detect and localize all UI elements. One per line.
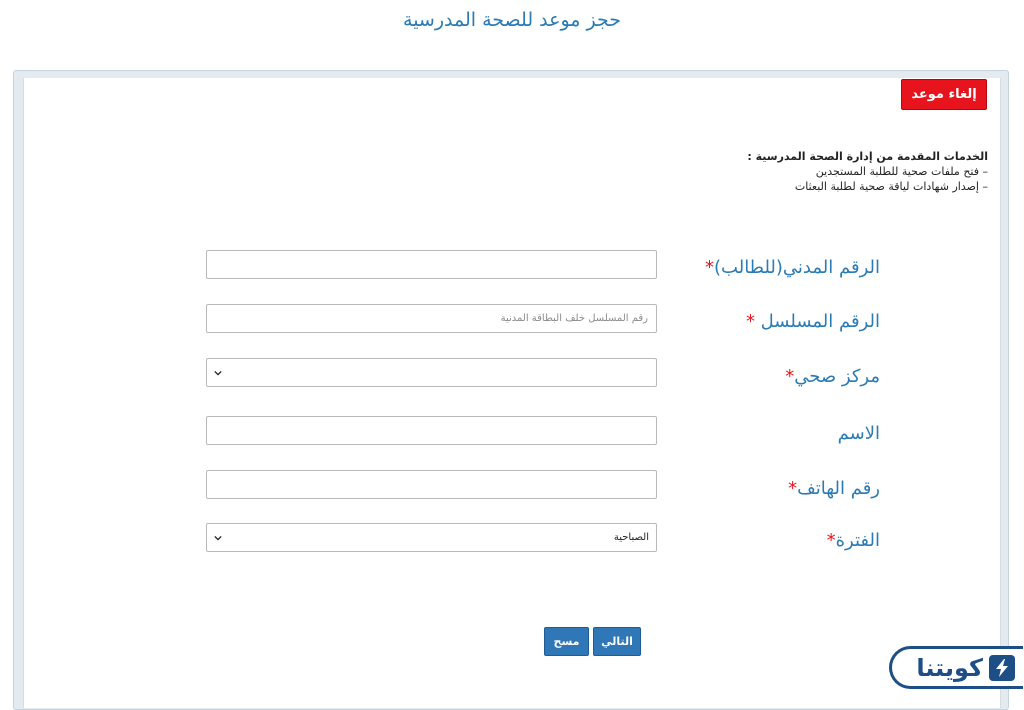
name-input[interactable] [206, 416, 657, 445]
service-item: – إصدار شهادات لياقة صحية لطلبة البعثات [794, 180, 988, 193]
services-heading: الخدمات المقدمة من إدارة الصحة المدرسية … [747, 150, 988, 163]
clear-button[interactable]: مسح [544, 627, 589, 656]
period-select[interactable]: الصباحية [206, 523, 657, 552]
next-button[interactable]: التالي [593, 627, 641, 656]
serial-input[interactable] [206, 304, 657, 333]
brand-name: كويتنا [916, 653, 984, 682]
page-title: حجز موعد للصحة المدرسية [403, 9, 621, 31]
period-label: الفترة* [826, 530, 880, 551]
cancel-appointment-button[interactable]: إلغاء موعد [901, 79, 987, 110]
service-item: – فتح ملفات صحية للطلبة المستجدين [815, 165, 988, 178]
health-center-label: مركز صحي* [785, 366, 880, 387]
name-label: الاسم [837, 423, 880, 444]
period-value: الصباحية [613, 532, 649, 543]
serial-label: الرقم المسلسل * [745, 311, 880, 332]
required-mark: * [785, 366, 795, 387]
civil-id-label: الرقم المدني(للطالب)* [705, 257, 880, 278]
required-mark: * [745, 311, 755, 332]
brand-logo: كويتنا [889, 646, 1023, 689]
chevron-down-icon [214, 370, 222, 376]
required-mark: * [826, 530, 836, 551]
services-info: الخدمات المقدمة من إدارة الصحة المدرسية … [568, 149, 988, 194]
lightning-icon [989, 654, 1015, 681]
chevron-down-icon [214, 535, 222, 541]
phone-label: رقم الهاتف* [788, 478, 880, 499]
phone-input[interactable] [206, 470, 657, 499]
health-center-select[interactable] [206, 358, 657, 387]
civil-id-input[interactable] [206, 250, 657, 279]
required-mark: * [788, 478, 798, 499]
required-mark: * [705, 257, 715, 278]
